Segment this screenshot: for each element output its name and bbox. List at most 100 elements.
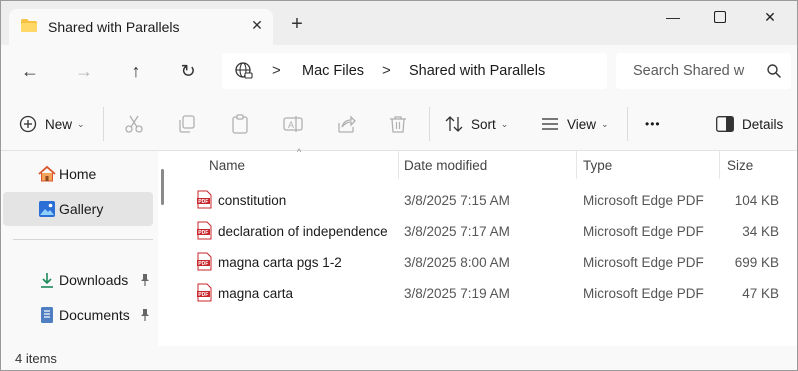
back-arrow-icon[interactable]: ← [19, 60, 41, 82]
column-header-type[interactable]: Type [583, 158, 612, 173]
search-box[interactable]: Search Shared w [616, 53, 791, 89]
breadcrumb-mac-files[interactable]: Mac Files [302, 63, 364, 79]
view-list-icon [542, 118, 558, 130]
navigation-pane: Home Gallery Downloads Documents [1, 151, 158, 346]
table-row[interactable]: PDF declaration of independence 3/8/2025… [173, 215, 797, 246]
file-size: 34 KB [742, 224, 779, 239]
share-icon [338, 115, 356, 133]
scissors-icon [125, 115, 143, 133]
pdf-file-icon: PDF [197, 190, 212, 209]
sidebar-item-label: Downloads [59, 272, 129, 288]
column-header-name[interactable]: Name [209, 158, 245, 173]
column-divider[interactable] [719, 151, 720, 179]
pin-icon[interactable] [139, 308, 151, 322]
item-count: 4 items [15, 351, 57, 366]
sidebar-item-label: Documents [59, 307, 130, 323]
more-options-button[interactable]: ••• [645, 111, 661, 137]
title-bar: Shared with Parallels ✕ + — ✕ [1, 1, 797, 45]
new-tab-icon[interactable]: + [288, 14, 306, 34]
forward-arrow-icon[interactable]: → [73, 60, 95, 82]
sidebar-item-documents[interactable]: Documents [3, 298, 153, 332]
search-input[interactable]: Search Shared w [633, 63, 753, 79]
downloads-icon [41, 273, 53, 288]
file-date-modified: 3/8/2025 7:15 AM [404, 193, 510, 208]
table-row[interactable]: PDF constitution 3/8/2025 7:15 AM Micros… [173, 184, 797, 215]
copy-button[interactable] [177, 111, 197, 137]
column-divider[interactable] [576, 151, 577, 179]
tab-shared-with-parallels[interactable]: Shared with Parallels ✕ [9, 9, 273, 45]
file-explorer-window: Shared with Parallels ✕ + — ✕ ← → ↑ ↻ > … [0, 0, 798, 371]
sidebar-item-gallery[interactable]: Gallery [3, 192, 153, 226]
file-name: magna carta pgs 1-2 [218, 255, 342, 270]
table-row[interactable]: PDF magna carta pgs 1-2 3/8/2025 8:00 AM… [173, 246, 797, 277]
breadcrumb-separator[interactable]: > [272, 62, 281, 79]
rename-icon: A [283, 116, 303, 132]
command-bar: New ⌄ A Sort ⌄ View ⌄ ••• Details [1, 97, 797, 151]
gallery-icon [39, 201, 55, 217]
search-icon[interactable] [766, 63, 782, 79]
documents-icon [41, 307, 53, 323]
sort-arrows-icon [445, 116, 463, 132]
delete-button[interactable] [388, 111, 408, 137]
cut-button[interactable] [124, 111, 144, 137]
chevron-down-icon: ⌄ [601, 118, 609, 129]
close-window-icon[interactable]: ✕ [760, 7, 780, 27]
details-button[interactable]: Details [716, 111, 783, 137]
svg-text:PDF: PDF [198, 230, 208, 236]
details-pane-icon [716, 116, 734, 132]
sidebar-scrollbar[interactable] [161, 169, 164, 205]
folder-icon [21, 19, 37, 32]
sort-button[interactable]: Sort ⌄ [445, 111, 508, 137]
svg-text:PDF: PDF [198, 292, 208, 298]
paste-button[interactable] [230, 111, 250, 137]
file-size: 699 KB [734, 255, 779, 270]
file-name: constitution [218, 193, 287, 208]
chevron-down-icon: ⌄ [77, 118, 85, 129]
file-type: Microsoft Edge PDF [583, 286, 704, 301]
column-header-size[interactable]: Size [727, 158, 753, 173]
navigation-row: ← → ↑ ↻ > Mac Files > Shared with Parall… [1, 45, 797, 97]
pdf-file-icon: PDF [197, 221, 212, 240]
home-icon [38, 165, 56, 182]
rename-button[interactable]: A [283, 111, 303, 137]
column-header-date-modified[interactable]: Date modified [404, 158, 487, 173]
new-button[interactable]: New ⌄ [19, 111, 85, 137]
sort-button-label: Sort [471, 116, 496, 132]
plus-circle-icon [19, 115, 37, 133]
svg-text:PDF: PDF [198, 261, 208, 267]
file-date-modified: 3/8/2025 7:17 AM [404, 224, 510, 239]
more-options-icon: ••• [645, 117, 661, 131]
up-arrow-icon[interactable]: ↑ [125, 60, 147, 82]
pin-icon[interactable] [139, 273, 151, 287]
pdf-file-icon: PDF [197, 252, 212, 271]
new-button-label: New [45, 116, 73, 132]
breadcrumb-separator[interactable]: > [382, 62, 391, 79]
maximize-icon[interactable] [710, 7, 730, 27]
chevron-down-icon: ⌄ [500, 118, 509, 129]
breadcrumb-shared-with-parallels[interactable]: Shared with Parallels [409, 63, 545, 79]
file-size: 104 KB [734, 193, 779, 208]
sidebar-item-home[interactable]: Home [3, 157, 153, 191]
file-type: Microsoft Edge PDF [583, 255, 704, 270]
file-date-modified: 3/8/2025 7:19 AM [404, 286, 510, 301]
network-globe-icon [235, 62, 253, 79]
column-divider[interactable] [398, 151, 399, 179]
copy-icon [179, 115, 195, 133]
sidebar-item-downloads[interactable]: Downloads [3, 263, 153, 297]
tab-close-icon[interactable]: ✕ [249, 17, 265, 33]
file-type: Microsoft Edge PDF [583, 224, 704, 239]
command-separator [429, 107, 430, 141]
minimize-icon[interactable]: — [663, 7, 683, 27]
address-bar[interactable]: > Mac Files > Shared with Parallels [222, 53, 607, 89]
clipboard-icon [232, 114, 248, 134]
view-button[interactable]: View ⌄ [541, 111, 609, 137]
sidebar-item-label: Home [59, 166, 97, 182]
table-row[interactable]: PDF magna carta 3/8/2025 7:19 AM Microso… [173, 277, 797, 308]
refresh-icon[interactable]: ↻ [177, 60, 199, 82]
sidebar-divider [13, 239, 153, 240]
file-name: declaration of independence [218, 224, 388, 239]
file-size: 47 KB [742, 286, 779, 301]
svg-text:A: A [288, 120, 294, 130]
share-button[interactable] [336, 111, 356, 137]
tab-title: Shared with Parallels [48, 19, 180, 35]
